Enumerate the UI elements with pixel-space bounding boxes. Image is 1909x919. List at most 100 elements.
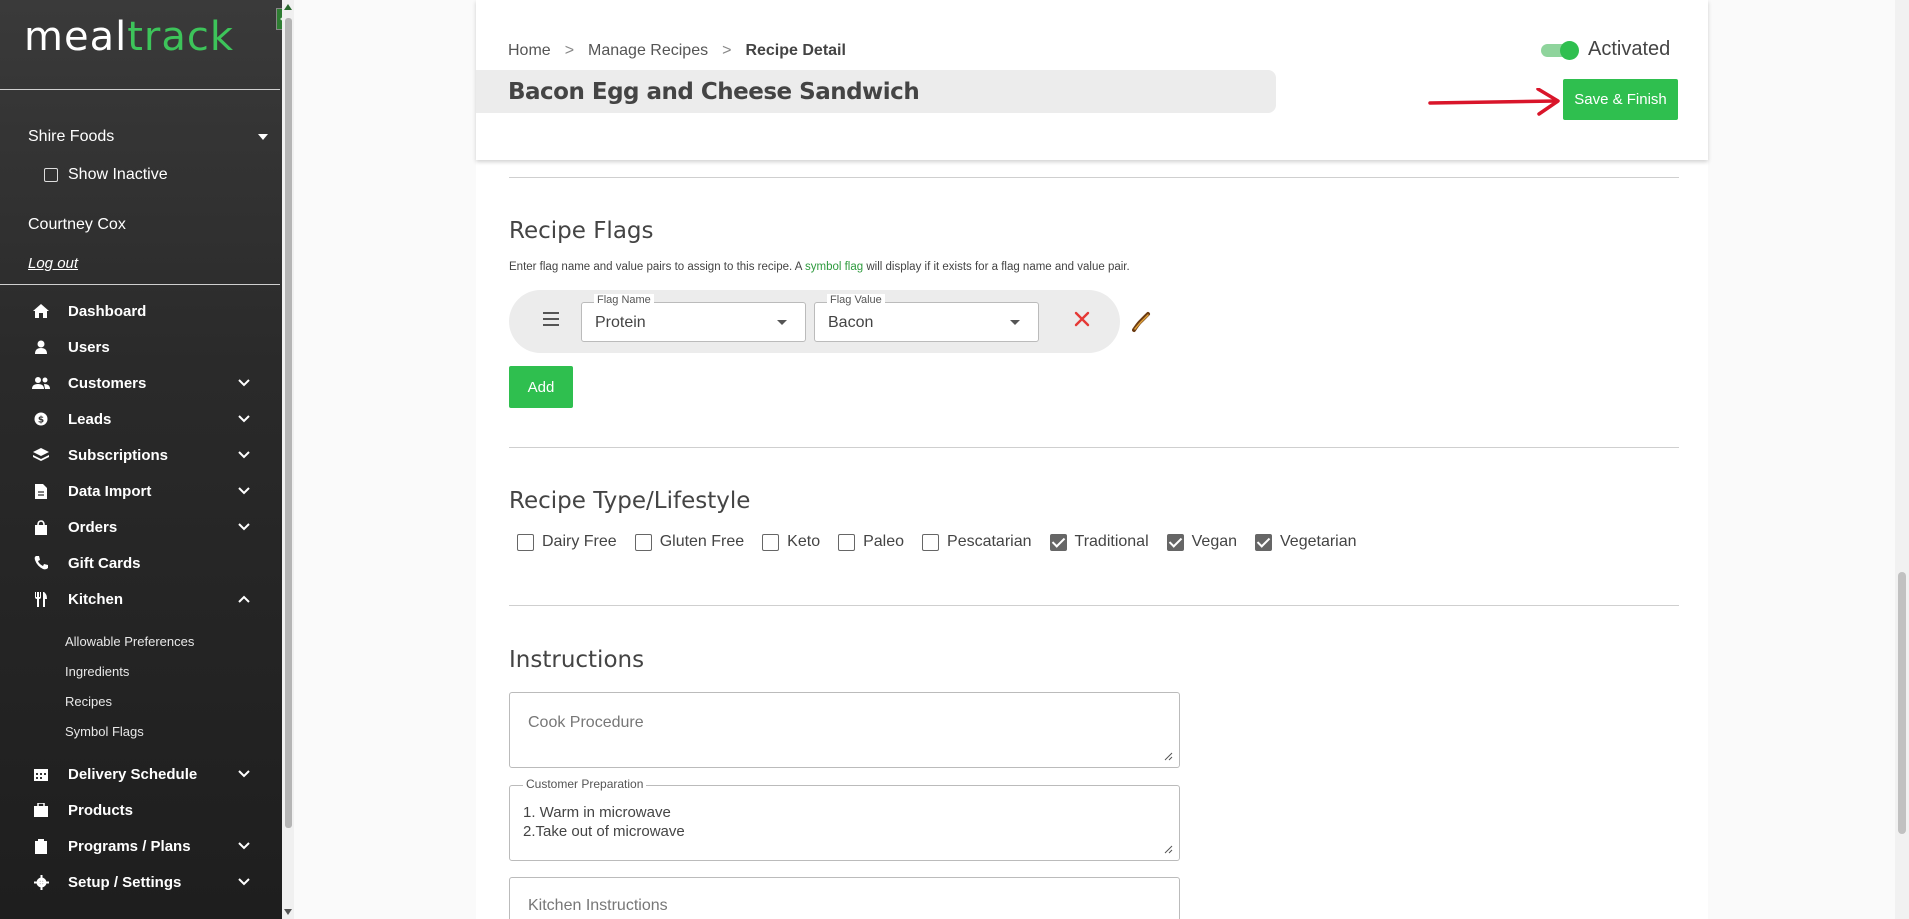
caret-down-icon (258, 134, 268, 140)
lifestyle-options: Dairy Free Gluten Free Keto Paleo Pescat… (517, 533, 1375, 551)
nav-programs-plans[interactable]: Programs / Plans (32, 833, 252, 859)
nav-delivery-schedule[interactable]: Delivery Schedule (32, 761, 252, 787)
show-inactive-toggle[interactable]: Show Inactive (44, 166, 168, 184)
chevron-down-icon (236, 483, 252, 499)
breadcrumb-separator: > (722, 42, 732, 59)
remove-flag-icon[interactable] (1073, 310, 1091, 328)
user-icon (32, 338, 50, 356)
nav-setup-settings[interactable]: Setup / Settings (32, 869, 252, 895)
clipboard-icon (32, 837, 50, 855)
resize-handle-icon[interactable] (1164, 752, 1173, 761)
nav-gift-cards[interactable]: Gift Cards (32, 550, 252, 576)
phone-icon (32, 554, 50, 572)
breadcrumb-home[interactable]: Home (508, 42, 551, 60)
chevron-down-icon (236, 874, 252, 890)
chevron-down-icon (236, 411, 252, 427)
gear-icon (32, 873, 50, 891)
nav-users[interactable]: Users (32, 334, 252, 360)
checkbox-checked[interactable] (1049, 533, 1067, 551)
annotation-arrow-icon (1428, 88, 1560, 116)
account-selector[interactable]: Shire Foods (28, 128, 268, 146)
nav-dashboard[interactable]: Dashboard (32, 298, 252, 324)
nav-customers[interactable]: Customers (32, 370, 252, 396)
checkbox[interactable] (922, 533, 940, 551)
checkbox-checked[interactable] (1255, 533, 1273, 551)
svg-text:$: $ (38, 416, 44, 426)
lifestyle-dairy-free[interactable]: Dairy Free (517, 533, 617, 551)
breadcrumb: Home > Manage Recipes > Recipe Detail (508, 42, 846, 60)
home-icon (32, 302, 50, 320)
show-inactive-label: Show Inactive (68, 166, 168, 183)
symbol-flag-link[interactable]: symbol flag (805, 261, 863, 273)
add-flag-button[interactable]: Add (509, 366, 573, 408)
drag-handle-icon[interactable] (543, 312, 559, 326)
instructions-title: Instructions (509, 647, 645, 673)
lifestyle-keto[interactable]: Keto (762, 533, 820, 551)
dollar-icon: $ (32, 410, 50, 428)
scroll-up-arrow-icon[interactable] (284, 4, 292, 10)
logout-link[interactable]: Log out (28, 255, 78, 272)
sub-ingredients[interactable]: Ingredients (65, 664, 129, 679)
mealtrack-logo[interactable]: mealtrack (24, 14, 234, 60)
section-divider (509, 177, 1679, 178)
utensils-icon (32, 590, 50, 608)
lifestyle-gluten-free[interactable]: Gluten Free (634, 533, 744, 551)
sub-symbol-flags[interactable]: Symbol Flags (65, 724, 144, 739)
checkbox[interactable] (634, 533, 652, 551)
calendar-icon (32, 765, 50, 783)
activated-label: Activated (1588, 38, 1671, 60)
save-finish-button[interactable]: Save & Finish (1563, 79, 1678, 120)
sub-allowable-preferences[interactable]: Allowable Preferences (65, 634, 194, 649)
chevron-down-icon (236, 519, 252, 535)
nav-orders[interactable]: Orders (32, 514, 252, 540)
flag-name-select[interactable]: Flag Name Protein (581, 294, 806, 342)
recipe-lifestyle-title: Recipe Type/Lifestyle (509, 488, 751, 514)
sidebar: mealtrack Shire Foods Show Inactive Cour… (0, 0, 294, 919)
flag-value-select[interactable]: Flag Value Bacon (814, 294, 1039, 342)
users-icon (32, 374, 50, 392)
user-name: Courtney Cox (28, 216, 126, 233)
sidebar-scrollbar[interactable] (282, 0, 294, 919)
show-inactive-checkbox[interactable] (44, 168, 58, 182)
main-scroll-thumb[interactable] (1898, 572, 1906, 834)
main-scrollbar[interactable] (1895, 0, 1909, 919)
breadcrumb-separator: > (564, 42, 575, 59)
scroll-down-arrow-icon[interactable] (284, 909, 292, 915)
box-icon (32, 801, 50, 819)
section-divider (509, 605, 1679, 606)
file-icon (32, 482, 50, 500)
checkbox[interactable] (762, 533, 780, 551)
chevron-down-icon (236, 838, 252, 854)
nav-leads[interactable]: $ Leads (32, 406, 252, 432)
lifestyle-vegetarian[interactable]: Vegetarian (1255, 533, 1357, 551)
checkbox[interactable] (517, 533, 534, 551)
lifestyle-vegan[interactable]: Vegan (1166, 533, 1237, 551)
checkbox[interactable] (838, 533, 856, 551)
nav-subscriptions[interactable]: Subscriptions (32, 442, 252, 468)
cook-procedure-field[interactable]: Cook Procedure (509, 692, 1180, 768)
lifestyle-paleo[interactable]: Paleo (838, 533, 904, 551)
kitchen-instructions-field[interactable]: Kitchen Instructions (509, 877, 1180, 919)
chevron-up-icon (236, 591, 252, 607)
nav-products[interactable]: Products (32, 797, 252, 823)
sidebar-divider (0, 284, 280, 285)
breadcrumb-manage-recipes[interactable]: Manage Recipes (588, 42, 708, 60)
nav-kitchen[interactable]: Kitchen (32, 586, 252, 612)
recipe-flags-title: Recipe Flags (509, 218, 654, 244)
chevron-down-icon (236, 375, 252, 391)
section-divider (509, 447, 1679, 448)
customer-preparation-field[interactable]: Customer Preparation 1. Warm in microwav… (509, 777, 1180, 861)
chevron-down-icon (236, 447, 252, 463)
chevron-down-icon (236, 766, 252, 782)
sidebar-scroll-thumb[interactable] (285, 18, 292, 828)
bacon-flag-icon (1132, 312, 1150, 332)
lifestyle-traditional[interactable]: Traditional (1049, 533, 1149, 551)
activated-toggle[interactable] (1541, 41, 1579, 60)
nav-data-import[interactable]: Data Import (32, 478, 252, 504)
recipe-flags-help: Enter flag name and value pairs to assig… (509, 261, 1130, 273)
resize-handle-icon[interactable] (1164, 845, 1173, 854)
recipe-title[interactable]: Bacon Egg and Cheese Sandwich (508, 79, 920, 105)
sub-recipes[interactable]: Recipes (65, 694, 112, 709)
checkbox-checked[interactable] (1166, 533, 1184, 551)
lifestyle-pescatarian[interactable]: Pescatarian (922, 533, 1032, 551)
